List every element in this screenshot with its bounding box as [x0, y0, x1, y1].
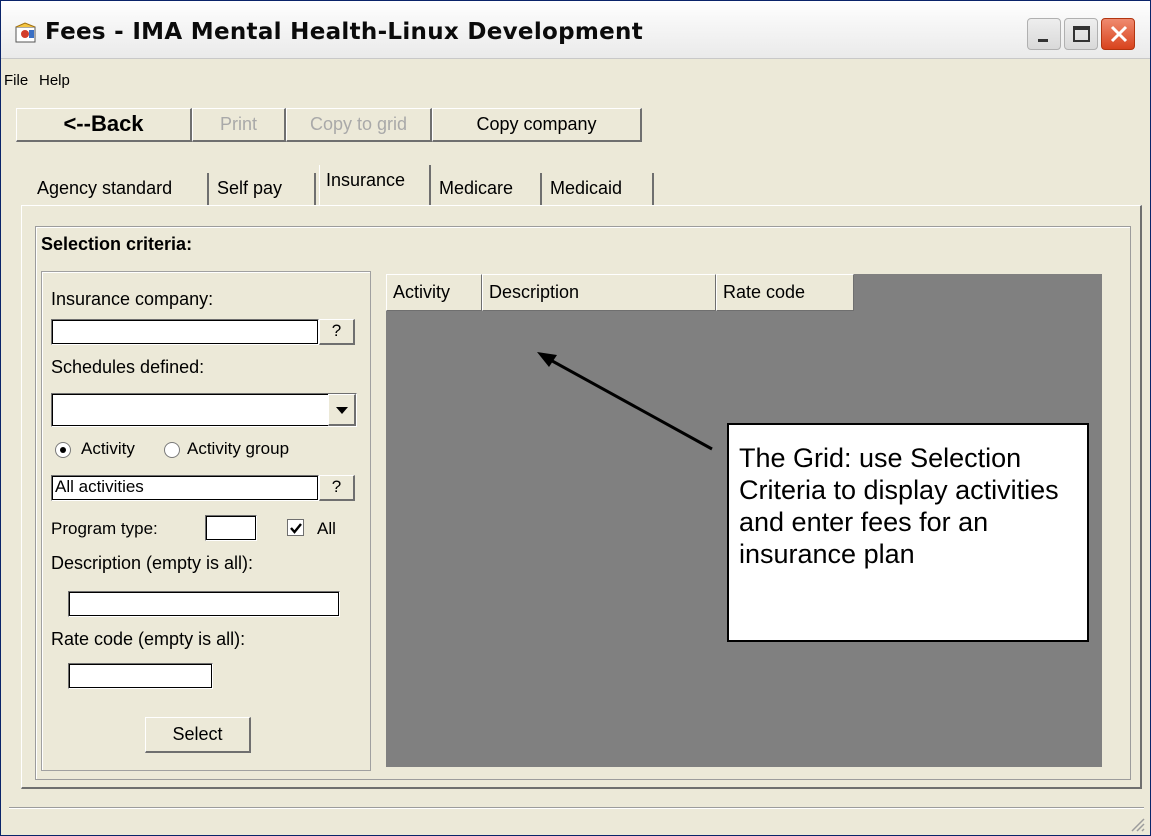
- grid-annotation-callout: The Grid: use Selection Criteria to disp…: [727, 423, 1089, 642]
- tab-insurance[interactable]: Insurance: [319, 165, 431, 205]
- activity-radio[interactable]: [55, 442, 71, 458]
- menu-help[interactable]: Help: [39, 72, 70, 89]
- tab-agency-standard[interactable]: Agency standard: [31, 173, 209, 205]
- all-program-types-checkbox[interactable]: [287, 519, 304, 536]
- title-bar[interactable]: Fees - IMA Mental Health-Linux Developme…: [1, 1, 1150, 59]
- activities-input[interactable]: All activities: [51, 475, 319, 501]
- menu-file[interactable]: File: [4, 72, 28, 89]
- column-header-rate-code[interactable]: Rate code: [716, 274, 854, 311]
- minimize-button[interactable]: [1027, 18, 1061, 50]
- insurance-company-label: Insurance company:: [51, 289, 214, 309]
- rate-code-label: Rate code (empty is all):: [51, 629, 246, 649]
- print-button[interactable]: Print: [192, 108, 286, 142]
- program-type-input[interactable]: [205, 515, 257, 541]
- insurance-company-lookup-button[interactable]: ?: [319, 319, 355, 345]
- back-button[interactable]: <--Back: [16, 108, 192, 142]
- maximize-button[interactable]: [1064, 18, 1098, 50]
- minimize-icon: [1038, 39, 1048, 42]
- schedules-dropdown-button[interactable]: [328, 394, 356, 426]
- activities-lookup-button[interactable]: ?: [319, 475, 355, 501]
- app-icon: [13, 21, 39, 45]
- schedules-defined-label: Schedules defined:: [51, 357, 205, 377]
- description-input[interactable]: [68, 591, 340, 617]
- close-icon: [1110, 25, 1128, 43]
- all-checkbox-label: All: [317, 519, 336, 538]
- close-button[interactable]: [1101, 18, 1135, 50]
- tab-medicare[interactable]: Medicare: [433, 173, 542, 205]
- tab-medicaid[interactable]: Medicaid: [544, 173, 654, 205]
- annotation-arrow: [537, 352, 713, 451]
- copy-company-button[interactable]: Copy company: [432, 108, 642, 142]
- checkmark-icon: [290, 523, 302, 534]
- window-title: Fees - IMA Mental Health-Linux Developme…: [45, 19, 644, 45]
- copy-to-grid-button[interactable]: Copy to grid: [286, 108, 432, 142]
- fees-window: Fees - IMA Mental Health-Linux Developme…: [0, 0, 1151, 836]
- resize-grip-icon[interactable]: [1126, 813, 1146, 833]
- select-button[interactable]: Select: [145, 717, 251, 753]
- tab-self-pay[interactable]: Self pay: [211, 173, 316, 205]
- menu-bar: File Help: [1, 68, 1150, 94]
- insurance-company-input[interactable]: [51, 319, 319, 345]
- program-type-label: Program type:: [51, 519, 158, 538]
- activity-group-radio-label: Activity group: [187, 439, 290, 458]
- rate-code-input[interactable]: [68, 663, 213, 689]
- selection-criteria-title: Selection criteria:: [41, 234, 193, 254]
- activity-radio-label: Activity: [81, 439, 135, 458]
- maximize-icon: [1073, 26, 1090, 42]
- schedules-defined-select[interactable]: [51, 393, 357, 427]
- status-bar-divider: [9, 807, 1144, 809]
- description-label: Description (empty is all):: [51, 553, 254, 573]
- activity-group-radio[interactable]: [164, 442, 180, 458]
- column-header-description[interactable]: Description: [482, 274, 716, 311]
- chevron-down-icon: [336, 407, 348, 414]
- column-header-activity[interactable]: Activity: [386, 274, 482, 311]
